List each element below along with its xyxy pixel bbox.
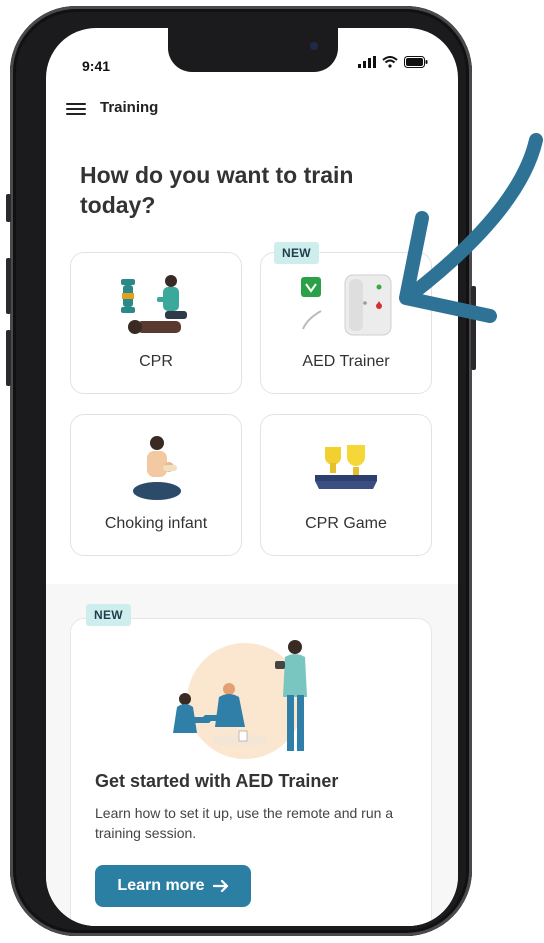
learn-more-button[interactable]: Learn more <box>95 865 251 907</box>
training-heading: How do you want to train today? <box>80 162 354 218</box>
trophy-icon <box>315 445 377 489</box>
front-camera <box>310 42 318 50</box>
annotation-arrow-icon <box>399 133 543 323</box>
page-title: Training <box>100 99 159 116</box>
choking-infant-card-label: Choking infant <box>104 515 208 532</box>
cpr-game-card[interactable]: CPR Game <box>260 414 432 556</box>
status-time: 9:41 <box>82 58 111 74</box>
promo-description: Learn how to set it up, use the remote a… <box>95 805 394 841</box>
volume-down-button <box>6 330 11 386</box>
hamburger-menu-icon[interactable] <box>66 100 86 116</box>
wifi-icon <box>382 56 398 68</box>
battery-icon <box>404 56 428 68</box>
aed-trainer-card-label: AED Trainer <box>302 353 390 370</box>
cpr-game-card-label: CPR Game <box>305 515 387 532</box>
choking-infant-illustration-icon <box>133 436 181 500</box>
aed-new-badge: NEW <box>274 242 319 264</box>
status-icons <box>358 56 428 68</box>
silent-switch <box>6 194 11 222</box>
promo-new-badge: NEW <box>86 604 131 626</box>
cpr-card[interactable]: CPR <box>70 252 242 394</box>
arrow-right-icon <box>212 879 228 893</box>
notch <box>168 28 338 72</box>
cpr-card-label: CPR <box>139 353 173 370</box>
aed-training-illustration-icon <box>173 640 307 759</box>
cpr-illustration-icon <box>121 275 187 334</box>
choking-infant-card[interactable]: Choking infant <box>70 414 242 556</box>
signal-icon <box>358 56 376 68</box>
promo-title: Get started with AED Trainer <box>95 771 339 791</box>
volume-up-button <box>6 258 11 314</box>
learn-more-label: Learn more <box>117 877 205 894</box>
aed-promo-card: Get started with AED Trainer Learn how t… <box>70 618 432 926</box>
